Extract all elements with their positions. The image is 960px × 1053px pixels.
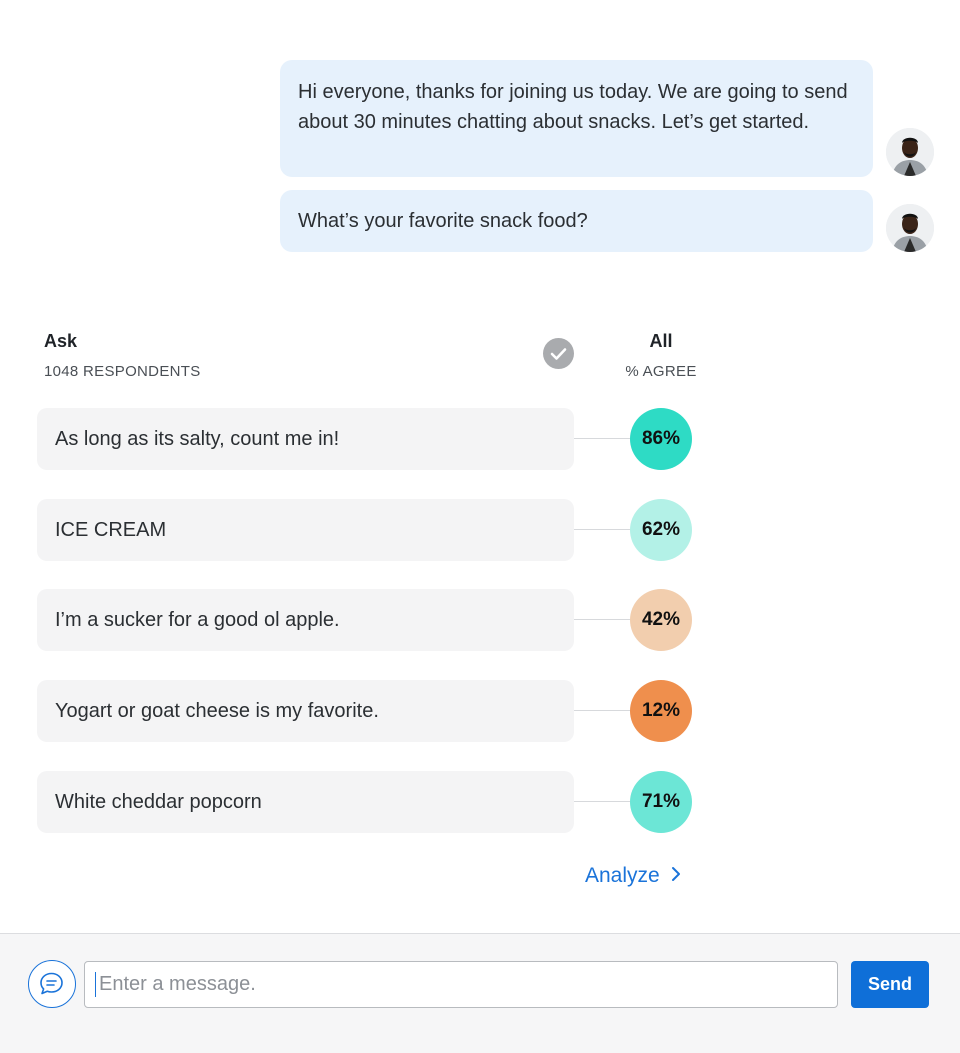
chevron-right-icon — [670, 865, 682, 887]
connector-line — [574, 529, 634, 530]
chat-message: What’s your favorite snack food? — [280, 190, 873, 252]
avatar-man-icon — [886, 204, 934, 252]
poll-row[interactable]: ICE CREAM 62% — [37, 499, 693, 561]
column-subtitle: % AGREE — [625, 363, 697, 380]
message-input[interactable] — [84, 961, 838, 1008]
send-button[interactable]: Send — [851, 961, 929, 1008]
connector-line — [574, 710, 634, 711]
answer-text: As long as its salty, count me in! — [37, 408, 574, 470]
agree-percent-badge: 62% — [630, 499, 692, 561]
avatar-man-icon — [886, 128, 934, 176]
message-bubble: What’s your favorite snack food? — [280, 190, 873, 252]
poll-row[interactable]: Yogart or goat cheese is my favorite. 12% — [37, 680, 693, 742]
answer-text: White cheddar popcorn — [37, 771, 574, 833]
respondent-count: 1048 RESPONDENTS — [44, 363, 201, 380]
agree-percent-badge: 71% — [630, 771, 692, 833]
poll-row[interactable]: As long as its salty, count me in! 86% — [37, 408, 693, 470]
checkmark-icon[interactable] — [543, 338, 574, 369]
chat-message: Hi everyone, thanks for joining us today… — [280, 60, 873, 177]
agree-percent-badge: 12% — [630, 680, 692, 742]
chat-bubble-icon — [40, 972, 63, 995]
analyze-link[interactable]: Analyze — [585, 864, 682, 888]
answer-text: I’m a sucker for a good ol apple. — [37, 589, 574, 651]
poll-row[interactable]: I’m a sucker for a good ol apple. 42% — [37, 589, 693, 651]
answer-text: ICE CREAM — [37, 499, 574, 561]
agree-percent-badge: 86% — [630, 408, 692, 470]
chat-options-button[interactable] — [28, 960, 76, 1008]
message-composer: Send — [0, 933, 960, 1053]
poll-title: Ask — [44, 331, 78, 351]
agree-percent-badge: 42% — [630, 589, 692, 651]
text-caret — [95, 972, 96, 997]
message-bubble: Hi everyone, thanks for joining us today… — [280, 60, 873, 177]
poll-row[interactable]: White cheddar popcorn 71% — [37, 771, 693, 833]
analyze-label: Analyze — [585, 864, 660, 887]
connector-line — [574, 801, 634, 802]
avatar[interactable] — [886, 204, 934, 252]
column-title: All — [649, 331, 673, 351]
connector-line — [574, 438, 634, 439]
connector-line — [574, 619, 634, 620]
avatar[interactable] — [886, 128, 934, 176]
answer-text: Yogart or goat cheese is my favorite. — [37, 680, 574, 742]
